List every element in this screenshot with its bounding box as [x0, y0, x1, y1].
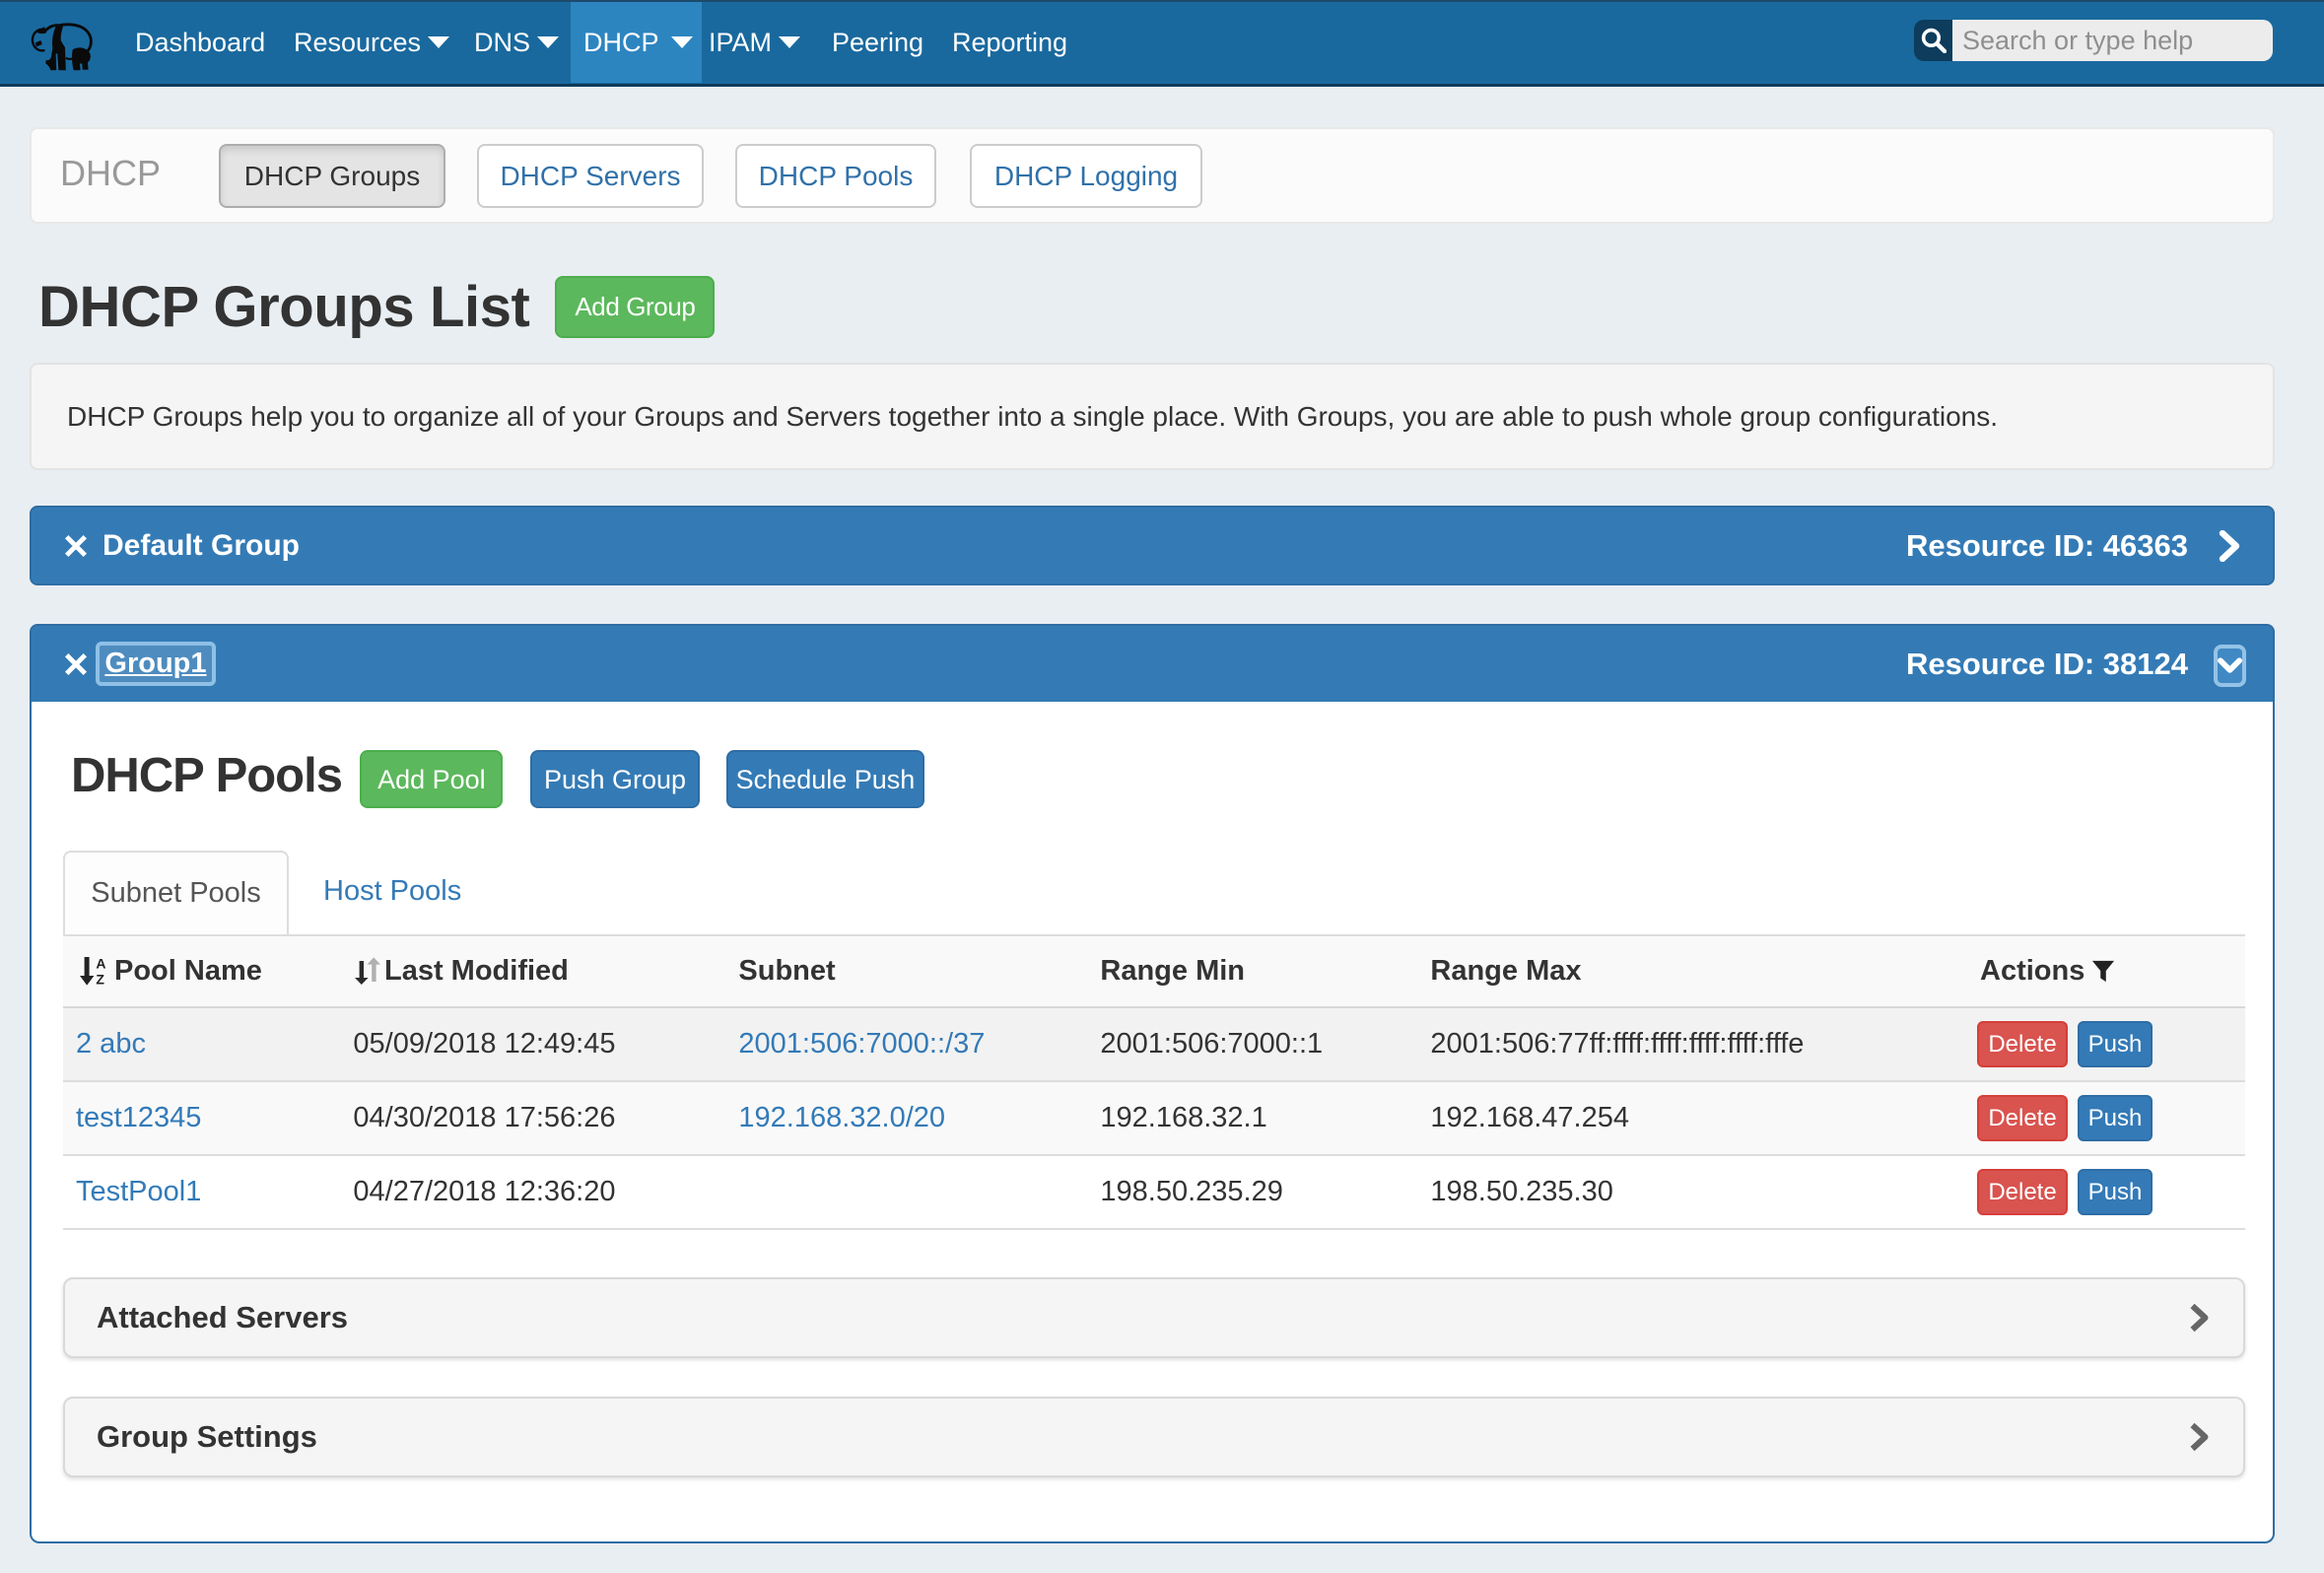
svg-text:Z: Z [96, 971, 104, 986]
svg-text:A: A [96, 956, 105, 971]
